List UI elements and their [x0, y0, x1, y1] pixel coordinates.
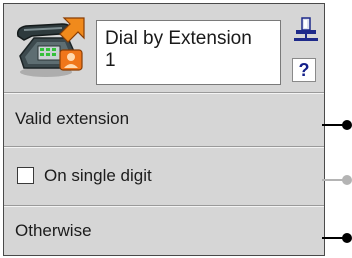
single-digit-output-connector[interactable] — [322, 175, 352, 185]
node-title-field[interactable]: Dial by Extension 1 — [96, 20, 281, 85]
branch-otherwise[interactable]: Otherwise — [4, 207, 324, 255]
node-header: Dial by Extension 1 ? — [4, 4, 324, 92]
branch-on-single-digit[interactable]: On single digit — [4, 148, 324, 204]
branch-label: Otherwise — [15, 221, 92, 240]
valid-extension-output-connector[interactable] — [322, 120, 352, 130]
single-digit-checkbox[interactable] — [17, 167, 34, 184]
branch-label: Valid extension — [15, 109, 130, 128]
telephone-handset-icon — [12, 16, 90, 80]
help-button[interactable]: ? — [292, 58, 316, 82]
otherwise-output-connector[interactable] — [322, 233, 352, 243]
branch-label: On single digit — [44, 166, 152, 185]
pin-icon[interactable] — [294, 17, 318, 43]
dial-by-extension-node[interactable]: Dial by Extension 1 ? Valid extension On… — [3, 3, 325, 256]
branch-valid-extension[interactable]: Valid extension — [4, 94, 324, 145]
